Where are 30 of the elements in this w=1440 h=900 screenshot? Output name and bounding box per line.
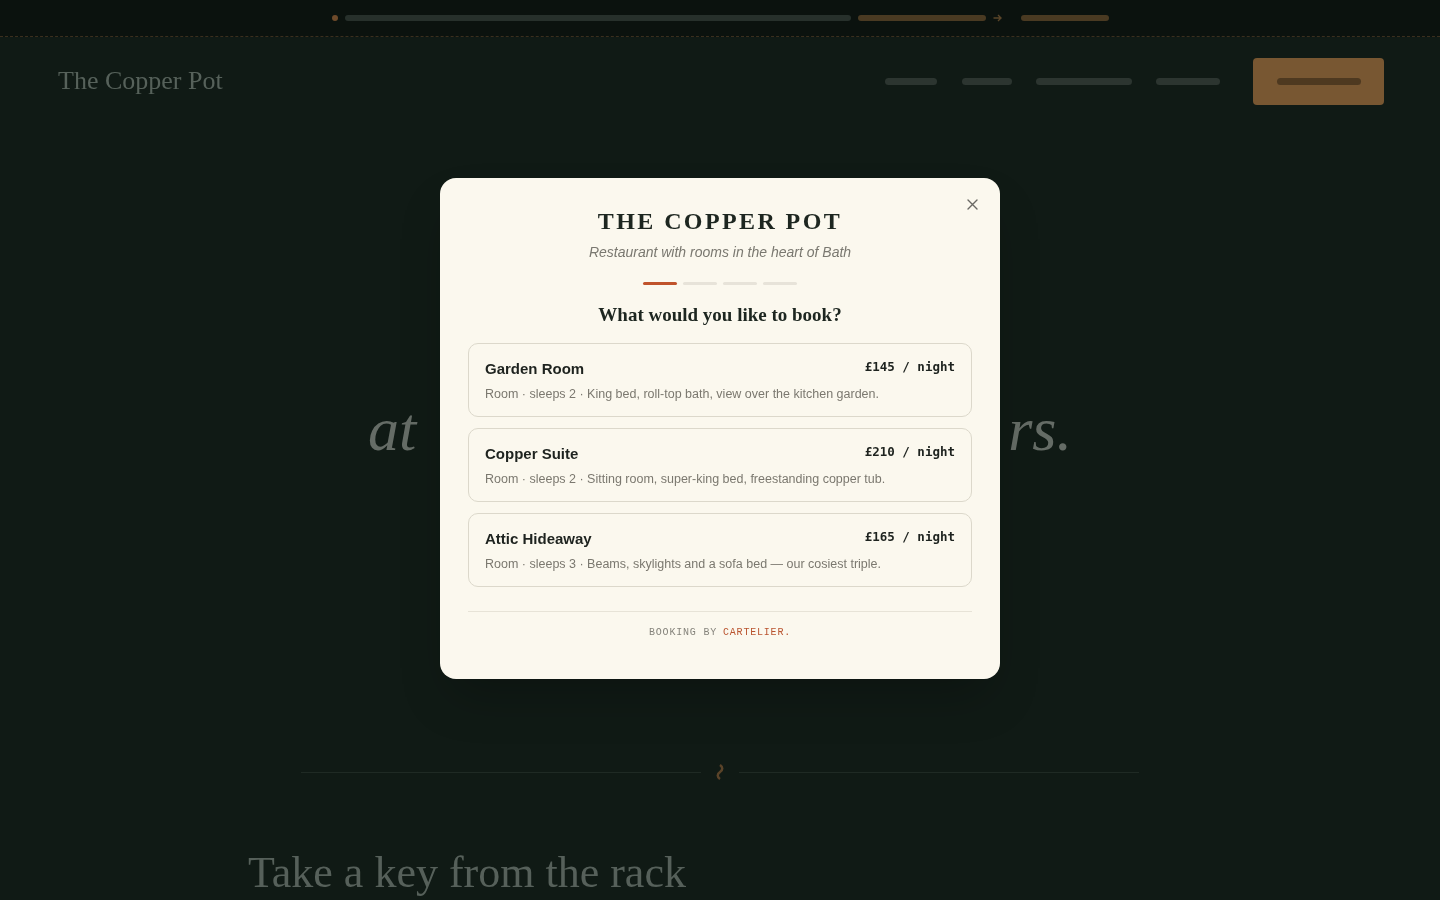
room-details: Room · sleeps 2 · Sitting room, super-king bed, freestanding copper tub. bbox=[485, 471, 887, 488]
room-price: £165 / night bbox=[864, 528, 955, 546]
nav-link[interactable] bbox=[962, 77, 1012, 85]
close-icon bbox=[966, 198, 978, 210]
room-price: £210 / night bbox=[864, 443, 955, 461]
question-heading: What would you like to book? bbox=[598, 303, 842, 327]
book-button[interactable] bbox=[1253, 57, 1384, 105]
room-name: Garden Room bbox=[485, 359, 585, 379]
ornament-icon bbox=[715, 764, 725, 780]
room-details: Room · sleeps 2 · King bed, roll-top bath, view over the kitchen garden. bbox=[485, 386, 880, 403]
arrow-icon bbox=[992, 14, 1002, 22]
room-price: £145 / night bbox=[864, 358, 955, 376]
room-option[interactable]: Garden Room £145 / night Room · sleeps 2 · King bed, roll-top bath, view over the kitchen garden. bbox=[468, 343, 972, 417]
section-heading: Take a key from the rack bbox=[248, 847, 686, 899]
room-option[interactable]: Copper Suite £210 / night Room · sleeps 2 · Sitting room, super-king bed, freestanding copper tub. bbox=[468, 428, 972, 502]
room-option[interactable]: Attic Hideaway £165 / night Room · sleeps 3 · Beams, skylights and a sofa bed — our cosiest triple. bbox=[468, 513, 972, 587]
brand-link[interactable]: CARTELIER. bbox=[723, 625, 791, 641]
footer-label: BOOKING BY bbox=[649, 626, 717, 640]
hero-heading-fragment: rs. bbox=[1008, 394, 1072, 464]
room-name: Attic Hideaway bbox=[485, 529, 592, 549]
dialog-subtitle: Restaurant with rooms in the heart of Bath bbox=[588, 243, 852, 262]
nav-link[interactable] bbox=[885, 77, 937, 85]
room-details: Room · sleeps 3 · Beams, skylights and a sofa bed — our cosiest triple. bbox=[485, 556, 882, 573]
room-name: Copper Suite bbox=[485, 444, 579, 464]
dialog-title: THE COPPER POT bbox=[597, 207, 843, 236]
announcement-link[interactable] bbox=[857, 15, 986, 21]
nav-link[interactable] bbox=[1156, 77, 1220, 85]
nav-link[interactable] bbox=[1036, 77, 1132, 85]
announcement-link[interactable] bbox=[1020, 15, 1109, 21]
hero-heading-fragment: at bbox=[368, 394, 417, 464]
